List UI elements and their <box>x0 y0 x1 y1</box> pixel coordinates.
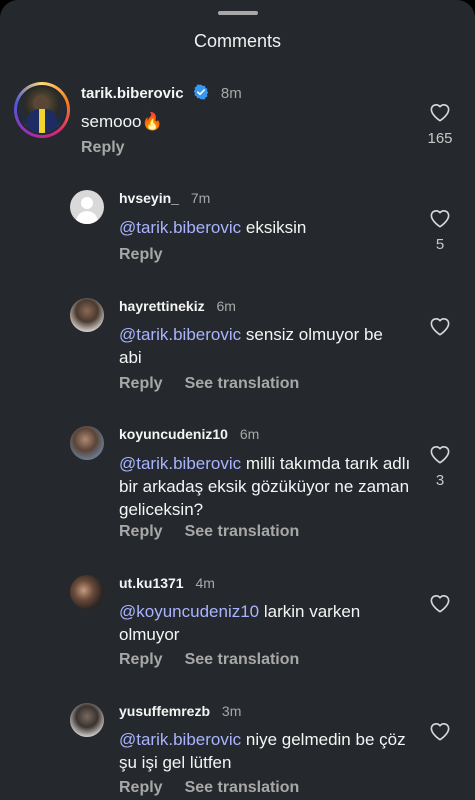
heart-outline-icon <box>430 318 450 336</box>
avatar[interactable] <box>14 82 70 138</box>
comment-text: @tarik.biberovic milli takımda tarık adl… <box>119 452 419 521</box>
reply-button[interactable]: Reply <box>119 651 163 668</box>
avatar[interactable] <box>70 190 104 224</box>
comment-username[interactable]: yusuffemrezb <box>119 703 210 719</box>
like-count: 5 <box>435 236 445 253</box>
see-translation-button[interactable]: See translation <box>185 375 300 392</box>
drag-handle[interactable] <box>218 11 258 15</box>
comment-username[interactable]: ut.ku1371 <box>119 575 184 591</box>
heart-outline-icon <box>430 210 450 228</box>
reply-item: hvseyin_ 7m @tarik.biberovic eksiksin Re… <box>0 188 475 268</box>
like-button[interactable]: 165 <box>427 102 453 147</box>
comment-time: 3m <box>221 703 242 719</box>
mention-link[interactable]: @koyuncudeniz10 <box>119 602 259 621</box>
mention-link[interactable]: @tarik.biberovic <box>119 325 241 344</box>
comment-body: semooo🔥 <box>81 112 163 131</box>
reply-button[interactable]: Reply <box>119 375 163 392</box>
see-translation-button[interactable]: See translation <box>185 779 300 796</box>
reply-button[interactable]: Reply <box>119 523 163 540</box>
reply-item: hayrettinekiz 6m @tarik.biberovic sensiz… <box>0 296 475 406</box>
avatar[interactable] <box>70 703 104 737</box>
comment-text: @koyuncudeniz10 larkin varken olmuyor <box>119 600 409 646</box>
like-button[interactable]: 3 <box>428 444 452 489</box>
reply-button[interactable]: Reply <box>119 246 163 263</box>
comment-text: @tarik.biberovic sensiz olmuyor be abi <box>119 323 409 369</box>
reply-item: koyuncudeniz10 6m @tarik.biberovic milli… <box>0 424 475 554</box>
heart-outline-icon <box>430 104 450 122</box>
mention-link[interactable]: @tarik.biberovic <box>119 454 241 473</box>
like-count: 3 <box>435 472 445 489</box>
comment-text: @tarik.biberovic niye gelmedin be çöz şu… <box>119 728 409 774</box>
comment-time: 6m <box>239 426 260 442</box>
comment-username[interactable]: hvseyin_ <box>119 190 179 206</box>
mention-link[interactable]: @tarik.biberovic <box>119 218 241 237</box>
see-translation-button[interactable]: See translation <box>185 651 300 668</box>
heart-outline-icon <box>430 723 450 741</box>
avatar[interactable] <box>70 426 104 460</box>
comment-username[interactable]: koyuncudeniz10 <box>119 426 228 442</box>
comments-sheet: Comments tarik.biberovic 8m semooo🔥 Repl… <box>0 0 475 800</box>
avatar[interactable] <box>70 575 104 609</box>
comment-time: 7m <box>190 190 211 206</box>
comment-username[interactable]: tarik.biberovic <box>81 85 184 102</box>
reply-button[interactable]: Reply <box>119 779 163 796</box>
comment-item: tarik.biberovic 8m semooo🔥 Reply 165 <box>0 78 475 168</box>
comment-time: 6m <box>216 298 236 314</box>
like-button[interactable] <box>428 593 452 613</box>
comment-username[interactable]: hayrettinekiz <box>119 298 205 314</box>
like-button[interactable]: 5 <box>428 208 452 253</box>
comment-time: 8m <box>220 85 242 102</box>
avatar[interactable] <box>70 298 104 332</box>
verified-badge-icon <box>193 84 209 100</box>
reply-item: yusuffemrezb 3m @tarik.biberovic niye ge… <box>0 701 475 800</box>
mention-link[interactable]: @tarik.biberovic <box>119 730 241 749</box>
comment-time: 4m <box>195 575 215 591</box>
heart-outline-icon <box>430 446 450 464</box>
like-count: 165 <box>427 130 453 147</box>
sheet-title: Comments <box>193 31 282 51</box>
reply-button[interactable]: Reply <box>81 139 125 156</box>
heart-outline-icon <box>430 595 450 613</box>
comment-body: eksiksin <box>241 218 307 237</box>
see-translation-button[interactable]: See translation <box>185 523 300 540</box>
like-button[interactable] <box>428 316 452 336</box>
comment-text: semooo🔥 <box>81 110 401 133</box>
comment-text: @tarik.biberovic eksiksin <box>119 216 409 239</box>
reply-item: ut.ku1371 4m @koyuncudeniz10 larkin vark… <box>0 573 475 683</box>
like-button[interactable] <box>428 721 452 741</box>
